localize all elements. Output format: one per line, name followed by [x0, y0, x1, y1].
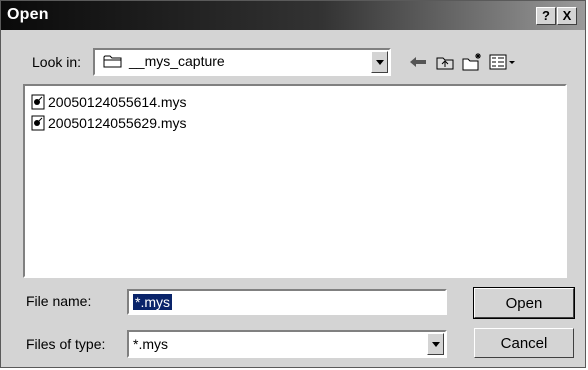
- look-in-combo[interactable]: __mys_capture: [93, 48, 391, 76]
- file-name-input[interactable]: *.mys: [127, 289, 447, 315]
- look-in-value: __mys_capture: [129, 53, 225, 69]
- title-bar[interactable]: Open ? X: [1, 1, 585, 30]
- open-button[interactable]: Open: [473, 287, 575, 319]
- view-menu-icon[interactable]: [488, 51, 518, 73]
- file-type-value: *.mys: [133, 336, 168, 352]
- list-item[interactable]: 20050124055614.mys: [31, 93, 187, 111]
- file-list[interactable]: 20050124055614.mys 20050124055629.mys: [23, 84, 567, 278]
- chevron-down-icon: [375, 59, 384, 65]
- chevron-down-icon: [431, 341, 440, 347]
- file-type-label: Files of type:: [26, 336, 106, 352]
- help-button[interactable]: ?: [536, 7, 556, 25]
- folder-icon: [103, 54, 123, 68]
- file-name: 20050124055614.mys: [48, 94, 187, 110]
- file-icon: [31, 94, 45, 110]
- back-arrow-icon[interactable]: [407, 51, 429, 73]
- dialog-title: Open: [7, 6, 49, 23]
- look-in-label: Look in:: [32, 54, 82, 70]
- file-type-combo[interactable]: *.mys: [127, 330, 447, 358]
- file-name-value: *.mys: [133, 294, 172, 310]
- new-folder-icon[interactable]: [461, 51, 483, 73]
- file-name: 20050124055629.mys: [48, 115, 187, 131]
- file-icon: [31, 115, 45, 131]
- open-dialog: Open ? X Look in: __mys_capture 20050124…: [0, 0, 586, 368]
- file-name-label: File name:: [26, 293, 92, 309]
- file-type-dropdown-button[interactable]: [427, 333, 444, 355]
- up-folder-icon[interactable]: [434, 51, 456, 73]
- list-item[interactable]: 20050124055629.mys: [31, 114, 187, 132]
- close-button[interactable]: X: [557, 7, 577, 25]
- cancel-button[interactable]: Cancel: [474, 328, 574, 358]
- look-in-dropdown-button[interactable]: [371, 51, 388, 73]
